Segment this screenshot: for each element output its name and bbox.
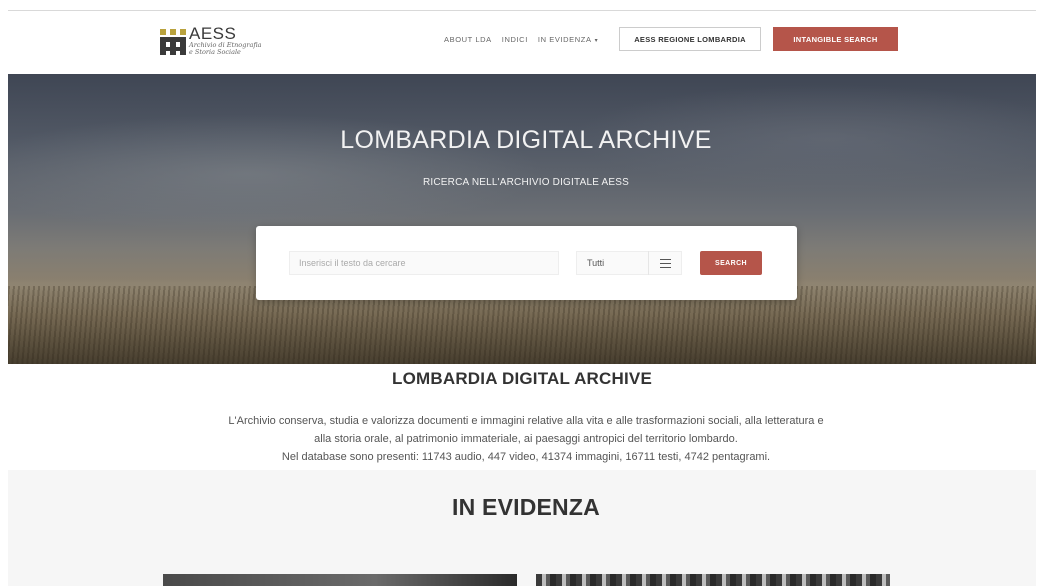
in-evidenza-section: IN EVIDENZA <box>8 470 1044 586</box>
site-header: AESS Archivio di Etnografia e Storia Soc… <box>8 10 1044 74</box>
search-input[interactable] <box>289 251 559 275</box>
intangible-search-button[interactable]: INTANGIBLE SEARCH <box>773 27 898 51</box>
search-filter-select[interactable]: Tutti <box>576 251 682 275</box>
chevron-down-icon: ▾ <box>594 38 599 44</box>
intro-line: L'Archivio conserva, studia e valorizza … <box>228 415 824 427</box>
intro-description: L'Archivio conserva, studia e valorizza … <box>100 412 952 466</box>
featured-card-image[interactable] <box>163 574 517 586</box>
logo-title: AESS <box>189 24 237 43</box>
logo-subtitle-line2: e Storia Sociale <box>189 48 241 56</box>
nav-in-evidenza-label: IN EVIDENZA <box>537 35 592 44</box>
search-filter-value: Tutti <box>587 258 605 268</box>
featured-card-image[interactable] <box>536 574 890 586</box>
search-panel: Tutti SEARCH <box>256 226 797 300</box>
nav-in-evidenza[interactable]: IN EVIDENZA ▾ <box>538 35 598 44</box>
hero-subtitle: RICERCA NELL'ARCHIVIO DIGITALE AESS <box>422 177 629 188</box>
nav-indici[interactable]: INDICI <box>502 35 528 44</box>
search-button[interactable]: SEARCH <box>700 251 762 275</box>
hero-title: LOMBARDIA DIGITAL ARCHIVE <box>340 126 712 154</box>
intro-title: LOMBARDIA DIGITAL ARCHIVE <box>392 369 652 388</box>
intro-line: alla storia orale, al patrimonio immater… <box>314 433 738 445</box>
hero-banner: LOMBARDIA DIGITAL ARCHIVE RICERCA NELL'A… <box>8 74 1044 364</box>
aess-regione-lombardia-button[interactable]: AESS REGIONE LOMBARDIA <box>619 27 761 51</box>
aess-logo[interactable]: AESS Archivio di Etnografia e Storia Soc… <box>160 25 262 61</box>
intro-stats-line: Nel database sono presenti: 11743 audio,… <box>281 451 771 463</box>
in-evidenza-title: IN EVIDENZA <box>452 494 600 520</box>
list-menu-icon[interactable] <box>649 251 681 275</box>
main-nav: ABOUT LDA INDICI IN EVIDENZA ▾ <box>444 35 598 44</box>
aess-logo-icon <box>160 29 186 55</box>
nav-about-lda[interactable]: ABOUT LDA <box>444 35 492 44</box>
